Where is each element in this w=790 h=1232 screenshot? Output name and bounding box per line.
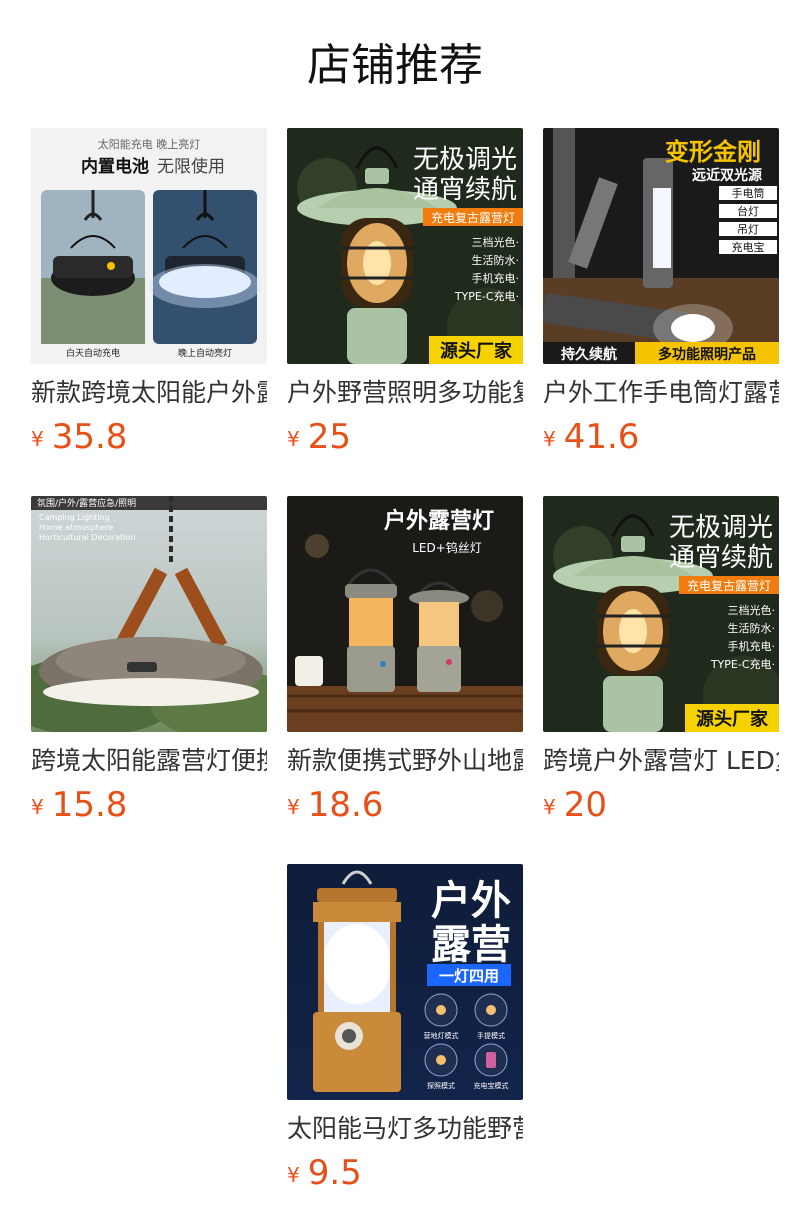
image-mode: 充电宝 [732, 240, 765, 254]
product-name[interactable]: 户外野营照明多功能复古露营灯 [287, 376, 523, 410]
product-card[interactable]: 无极调光 通宵续航 充电复古露营灯 三档光色· 生活防水· 手机充电· TYPE… [543, 496, 779, 826]
price-amount: 20 [563, 785, 607, 825]
image-caption: 无限使用 [157, 156, 225, 177]
image-feature: 手机充电· [728, 639, 776, 653]
product-grid: 太阳能充电 晚上亮灯 内置电池 无限使用 白天自动充电 晚上自动亮灯 新款跨境太… [0, 0, 790, 1232]
product-name[interactable]: 跨境太阳能露营灯便携式 [31, 744, 267, 778]
image-headline: 户外露营灯 [384, 508, 494, 534]
product-image[interactable]: 户外 露营 一灯四用 营地灯模式 手提模式 探照模式 充电宝模式 [287, 864, 523, 1100]
product-image[interactable]: 无极调光 通宵续航 充电复古露营灯 三档光色· 生活防水· 手机充电· TYPE… [543, 496, 779, 732]
image-icon-label: 营地灯模式 [424, 1031, 459, 1040]
product-price: ¥41.6 [543, 416, 639, 458]
image-feature: 生活防水· [728, 621, 776, 635]
image-banner: 一灯四用 [439, 967, 499, 985]
currency-symbol: ¥ [287, 795, 300, 819]
image-tag: 充电复古露营灯 [431, 210, 515, 225]
product-price: ¥9.5 [287, 1152, 362, 1194]
product-card[interactable]: 氛围/户外/露营应急/照明 Camping Lighting Home atmo… [31, 496, 267, 826]
image-feature: 三档光色· [472, 235, 520, 249]
product-name[interactable]: 新款跨境太阳能户外露营灯 [31, 376, 267, 410]
image-headline: 远近双光源 [692, 167, 762, 184]
image-subheadline: LED+钨丝灯 [412, 540, 482, 555]
product-name[interactable]: 户外工作手电筒灯露营灯 [543, 376, 779, 410]
image-feature: TYPE-C充电· [454, 289, 519, 303]
image-caption: 晚上自动亮灯 [178, 347, 232, 359]
price-amount: 15.8 [51, 785, 128, 825]
price-amount: 9.5 [307, 1153, 362, 1193]
product-price: ¥15.8 [31, 784, 127, 826]
currency-symbol: ¥ [543, 795, 556, 819]
product-card[interactable]: 户外露营灯 LED+钨丝灯 新款便携式野外山地露营灯 ¥18.6 [287, 496, 523, 826]
product-image[interactable]: 无极调光 通宵续航 充电复古露营灯 三档光色· 生活防水· 手机充电· TYPE… [287, 128, 523, 364]
currency-symbol: ¥ [31, 427, 44, 451]
product-price: ¥35.8 [31, 416, 127, 458]
product-name[interactable]: 跨境户外露营灯 LED复古马灯 [543, 744, 779, 778]
image-icon-label: 手提模式 [477, 1031, 505, 1040]
image-badge: 源头厂家 [696, 708, 769, 730]
image-caption: 白天自动充电 [66, 347, 120, 359]
product-image[interactable]: 氛围/户外/露营应急/照明 Camping Lighting Home atmo… [31, 496, 267, 732]
image-tag: 充电复古露营灯 [687, 578, 771, 593]
image-badge: 多功能照明产品 [658, 346, 756, 363]
image-headline: 户外 [431, 878, 511, 924]
image-feature: 手机充电· [472, 271, 520, 285]
image-caption: 氛围/户外/露营应急/照明 [37, 497, 136, 509]
product-name[interactable]: 新款便携式野外山地露营灯 [287, 744, 523, 778]
image-headline: 露营 [431, 922, 511, 968]
currency-symbol: ¥ [287, 427, 300, 451]
image-headline: 通宵续航 [413, 175, 517, 205]
product-image[interactable]: 变形金刚 远近双光源 手电筒 台灯 吊灯 充电宝 持久续航 多功能照明产品 [543, 128, 779, 364]
image-feature: TYPE-C充电· [710, 657, 775, 671]
image-headline: 无极调光 [669, 513, 773, 543]
currency-symbol: ¥ [543, 427, 556, 451]
image-feature: 生活防水· [472, 253, 520, 267]
product-image[interactable]: 太阳能充电 晚上亮灯 内置电池 无限使用 白天自动充电 晚上自动亮灯 [31, 128, 267, 364]
image-headline: 变形金刚 [665, 138, 761, 166]
image-mode: 台灯 [737, 204, 759, 218]
currency-symbol: ¥ [287, 1163, 300, 1187]
product-card[interactable]: 户外 露营 一灯四用 营地灯模式 手提模式 探照模式 充电宝模式 太阳能马灯多功… [287, 864, 523, 1194]
image-icon-label: 探照模式 [427, 1081, 455, 1090]
currency-symbol: ¥ [31, 795, 44, 819]
image-caption: Home atmosphere [39, 523, 113, 532]
product-image[interactable]: 户外露营灯 LED+钨丝灯 [287, 496, 523, 732]
price-amount: 18.6 [307, 785, 384, 825]
image-icon-label: 充电宝模式 [474, 1081, 509, 1090]
product-name[interactable]: 太阳能马灯多功能野营灯 [287, 1112, 523, 1146]
image-mode: 手电筒 [732, 186, 765, 200]
price-amount: 25 [307, 417, 351, 457]
product-card[interactable]: 太阳能充电 晚上亮灯 内置电池 无限使用 白天自动充电 晚上自动亮灯 新款跨境太… [31, 128, 267, 458]
product-price: ¥18.6 [287, 784, 383, 826]
image-mode: 吊灯 [737, 223, 759, 236]
image-caption: Camping Lighting [39, 513, 110, 522]
image-caption: 内置电池 [81, 156, 149, 177]
product-price: ¥20 [543, 784, 607, 826]
price-amount: 35.8 [51, 417, 128, 457]
product-card[interactable]: 无极调光 通宵续航 充电复古露营灯 三档光色· 生活防水· 手机充电· TYPE… [287, 128, 523, 458]
image-badge: 源头厂家 [440, 340, 513, 362]
image-headline: 通宵续航 [669, 543, 773, 573]
image-caption: Horticultural Decoration [39, 533, 135, 542]
product-card[interactable]: 变形金刚 远近双光源 手电筒 台灯 吊灯 充电宝 持久续航 多功能照明产品 户外… [543, 128, 779, 458]
image-caption: 太阳能充电 晚上亮灯 [98, 137, 201, 151]
image-feature: 三档光色· [728, 603, 776, 617]
product-price: ¥25 [287, 416, 351, 458]
price-amount: 41.6 [563, 417, 640, 457]
image-headline: 无极调光 [413, 145, 517, 175]
image-badge: 持久续航 [561, 346, 617, 363]
